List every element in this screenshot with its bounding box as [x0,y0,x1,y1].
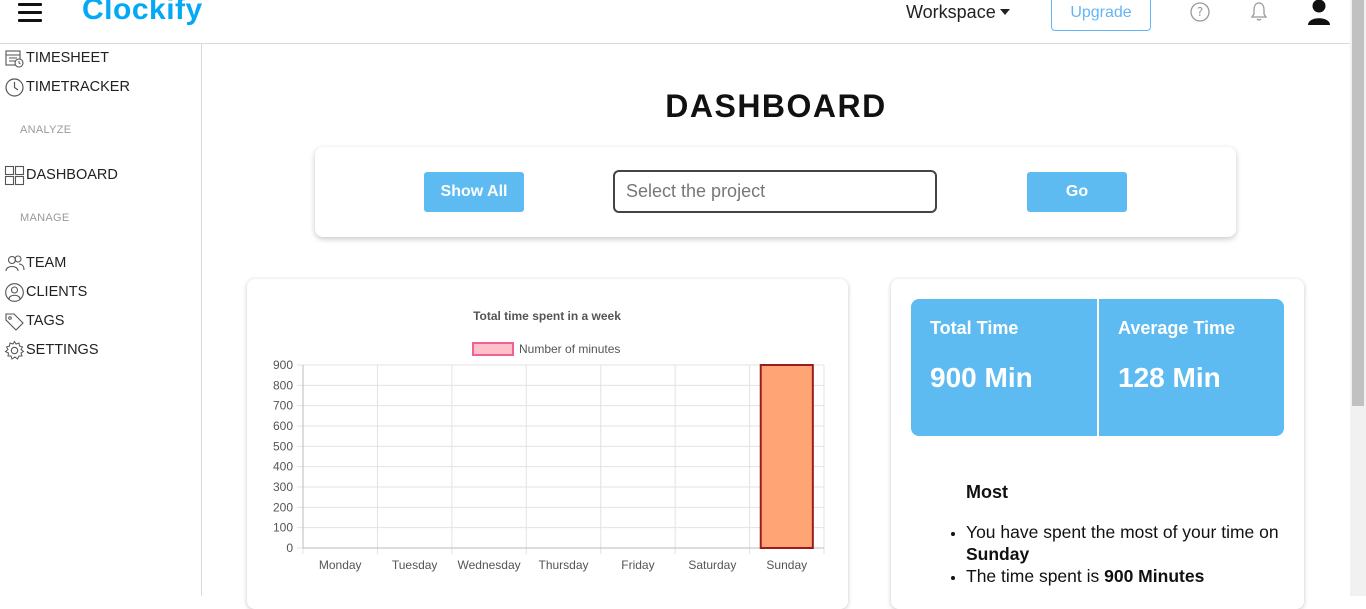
upgrade-button[interactable]: Upgrade [1051,0,1151,31]
y-tick-label: 900 [273,358,293,372]
clients-icon [5,282,24,302]
y-tick-label: 800 [273,378,293,392]
y-tick-label: 400 [273,460,293,474]
section-label-analyze: ANALYZE [20,124,72,136]
y-tick-label: 100 [273,521,293,535]
y-tick-label: 200 [273,500,293,514]
total-time-label: Total Time [930,318,1019,338]
x-tick-label: Friday [621,558,654,572]
caret-down-icon [999,9,1010,15]
average-time-label: Average Time [1118,318,1236,338]
show-all-button[interactable]: Show All [424,172,524,212]
page-title: DASHBOARD [665,88,887,124]
stats-summary-box: Total Time 900 Min Average Time 128 Min [911,299,1284,436]
sidebar-item-tags[interactable]: TAGS [4,310,64,332]
clock-icon [5,77,24,97]
average-time-value: 128 Min [1118,362,1221,393]
stats-card: Total Time 900 Min Average Time 128 Min … [891,279,1304,609]
sidebar-item-timetracker[interactable]: TIMETRACKER [4,76,130,98]
section-label-manage: MANAGE [20,212,70,224]
sidebar-item-label: SETTINGS [26,342,99,358]
y-tick-label: 700 [273,399,293,413]
sidebar: TIMESHEET TIMETRACKER ANALYZE DASHBOARD … [0,44,202,596]
team-icon [5,254,25,271]
sidebar-item-label: CLIENTS [26,284,88,300]
tag-icon [5,312,24,331]
sidebar-item-label: TAGS [26,313,65,329]
menu-icon[interactable] [18,3,42,23]
chart-grid [297,364,825,554]
app-logo[interactable]: Clockify [82,0,203,27]
chart-bar[interactable] [759,364,814,549]
scrollbar-thumb[interactable] [1352,0,1364,406]
chart-card: Total time spent in a week Number of min… [247,279,848,609]
weekly-time-chart: Total time spent in a week Number of min… [273,309,825,572]
project-select-input[interactable] [613,170,937,213]
legend-swatch [472,342,514,356]
most-title: Most [966,482,1008,502]
y-tick-label: 0 [286,541,293,555]
y-tick-label: 500 [273,439,293,453]
sidebar-item-label: TIMETRACKER [26,79,130,95]
x-tick-label: Tuesday [392,558,438,572]
sidebar-item-timesheet[interactable]: TIMESHEET [4,47,109,69]
x-tick-label: Sunday [766,558,807,572]
total-time-stat: Total Time 900 Min [911,299,1097,436]
help-icon[interactable]: ? [1189,1,1211,23]
sidebar-item-settings[interactable]: SETTINGS [4,339,99,361]
x-tick-label: Saturday [688,558,736,572]
bell-icon[interactable] [1248,0,1270,22]
most-line1-text: You have spent the most of your time on [966,522,1279,542]
sidebar-item-label: DASHBOARD [26,167,118,183]
chart-title: Total time spent in a week [473,309,621,323]
chart-bars [759,364,814,549]
workspace-label: Workspace [906,2,996,22]
most-minutes: 900 Minutes [1104,566,1205,586]
average-time-stat: Average Time 128 Min [1099,299,1284,436]
filter-card: Show All Go [315,147,1236,237]
page-scrollbar[interactable] [1350,0,1366,596]
gear-icon [4,340,25,360]
legend-label: Number of minutes [519,342,620,356]
y-tick-label: 600 [273,419,293,433]
x-tick-label: Monday [319,558,362,572]
chart-y-axis: 0 100 200 300 400 500 600 700 800 900 [273,358,293,555]
user-avatar-icon[interactable] [1306,0,1332,26]
most-day: Sunday [966,544,1030,564]
list-item: You have spent the most of your time on … [966,521,1286,565]
most-list: You have spent the most of your time on … [966,521,1286,587]
sidebar-item-team[interactable]: TEAM [4,252,66,274]
top-bar: Clockify Workspace Upgrade ? [0,0,1350,44]
sidebar-item-clients[interactable]: CLIENTS [4,281,87,303]
most-line2-text: The time spent is [966,566,1105,586]
workspace-dropdown[interactable]: Workspace [906,2,1010,23]
y-tick-label: 300 [273,480,293,494]
total-time-value: 900 Min [930,362,1033,393]
list-item: The time spent is 900 Minutes [966,565,1286,587]
chart-x-axis: Monday Tuesday Wednesday Thursday Friday Satu… [319,558,807,572]
go-button[interactable]: Go [1027,172,1127,212]
sidebar-item-label: TIMESHEET [26,50,109,66]
x-tick-label: Thursday [538,558,588,572]
sidebar-item-dashboard[interactable]: DASHBOARD [4,164,118,186]
svg-text:?: ? [1197,5,1203,19]
x-tick-label: Wednesday [457,558,520,572]
timesheet-icon [5,49,24,68]
sidebar-item-label: TEAM [26,255,67,271]
dashboard-icon [4,165,25,185]
